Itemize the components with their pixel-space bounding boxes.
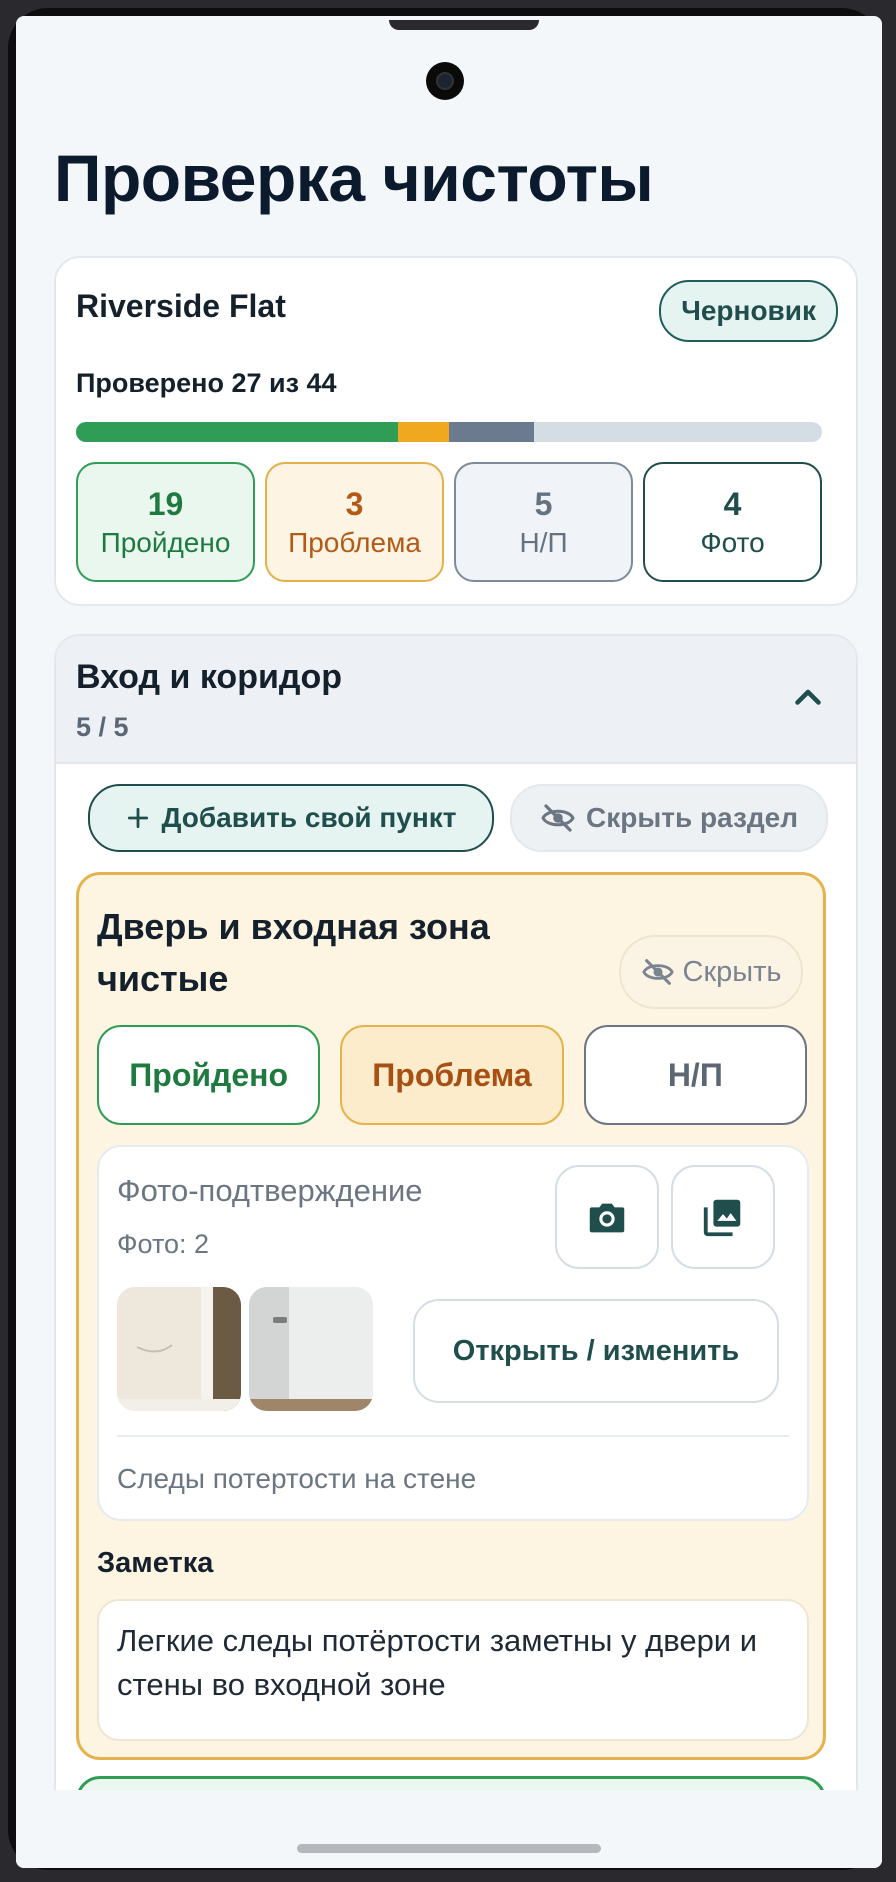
photo-thumbnails [117,1287,373,1411]
note-label: Заметка [97,1547,214,1579]
progress-problem-segment [398,422,449,442]
stats-row: 19 Пройдено 3 Проблема 5 Н/П 4 Фото [76,462,822,582]
stat-value: 19 [147,485,184,522]
choice-pass-button[interactable]: Пройдено [97,1025,321,1125]
section-header[interactable]: Вход и коридор 5 / 5 [56,636,856,764]
result-choices: Пройдено Проблема Н/П [97,1025,807,1125]
section-title: Вход и коридор [76,658,342,696]
page-title: Проверка чистоты [54,141,654,215]
choice-problem-button[interactable]: Проблема [340,1025,564,1125]
hide-item-button[interactable]: Скрыть [619,935,803,1009]
home-indicator[interactable] [297,1844,601,1853]
item-title: Дверь и входная зона чистые [97,906,490,999]
progress-pass-segment [76,422,399,442]
stat-passed[interactable]: 19 Пройдено [76,462,255,582]
eye-off-icon [641,959,674,985]
gallery-icon [703,1199,741,1237]
stat-value: 3 [345,485,364,522]
eye-off-icon [541,804,575,832]
progress-bar [76,422,822,442]
stat-label: Пройдено [100,526,231,558]
section-card: Вход и коридор 5 / 5 Добавить свой пункт… [54,634,858,1868]
photo-thumbnail[interactable] [117,1287,241,1411]
divider [117,1435,789,1437]
add-custom-item-button[interactable]: Добавить свой пункт [88,784,494,852]
plus-icon [128,807,149,829]
photo-title: Фото-подтверждение [117,1173,423,1208]
property-name: Riverside Flat [76,288,286,324]
screen: Проверка чистоты Riverside Flat Черновик… [16,16,882,1868]
hide-section-label: Скрыть раздел [585,802,799,833]
notch [389,20,539,30]
chevron-up-icon[interactable] [790,680,826,716]
photo-thumbnail[interactable] [249,1287,373,1411]
photo-caption: Следы потертости на стене [117,1463,477,1494]
stat-label: Проблема [288,526,421,558]
photo-count: Фото: 2 [117,1229,210,1259]
open-edit-photos-button[interactable]: Открыть / изменить [413,1299,779,1403]
stat-value: 4 [723,485,742,522]
bottom-area [16,1790,882,1868]
stat-value: 5 [534,485,553,522]
photo-evidence-card: Фото-подтверждение Фото: 2 Открыть / изм… [97,1145,809,1521]
checked-count: Проверено 27 из 44 [76,368,337,398]
hide-item-label: Скрыть [682,955,782,988]
camera-button[interactable] [555,1165,659,1269]
choice-na-button[interactable]: Н/П [583,1025,807,1125]
checklist-item: Дверь и входная зона чистые Скрыть Пройд… [76,872,826,1760]
stat-label: Фото [700,526,765,558]
stat-photo[interactable]: 4 Фото [643,462,822,582]
summary-card: Riverside Flat Черновик Проверено 27 из … [54,256,858,606]
add-button-label: Добавить свой пункт [161,802,457,833]
status-badge[interactable]: Черновик [659,280,838,342]
stat-na[interactable]: 5 Н/П [454,462,633,582]
front-camera [426,62,464,100]
stat-problem[interactable]: 3 Проблема [265,462,444,582]
stat-label: Н/П [519,526,568,558]
section-count: 5 / 5 [76,712,129,742]
hide-section-button[interactable]: Скрыть раздел [510,784,828,852]
camera-icon [589,1203,625,1233]
gallery-button[interactable] [671,1165,775,1269]
progress-na-segment [449,422,534,442]
note-input[interactable]: Легкие следы потёртости заметны у двери … [97,1599,809,1741]
